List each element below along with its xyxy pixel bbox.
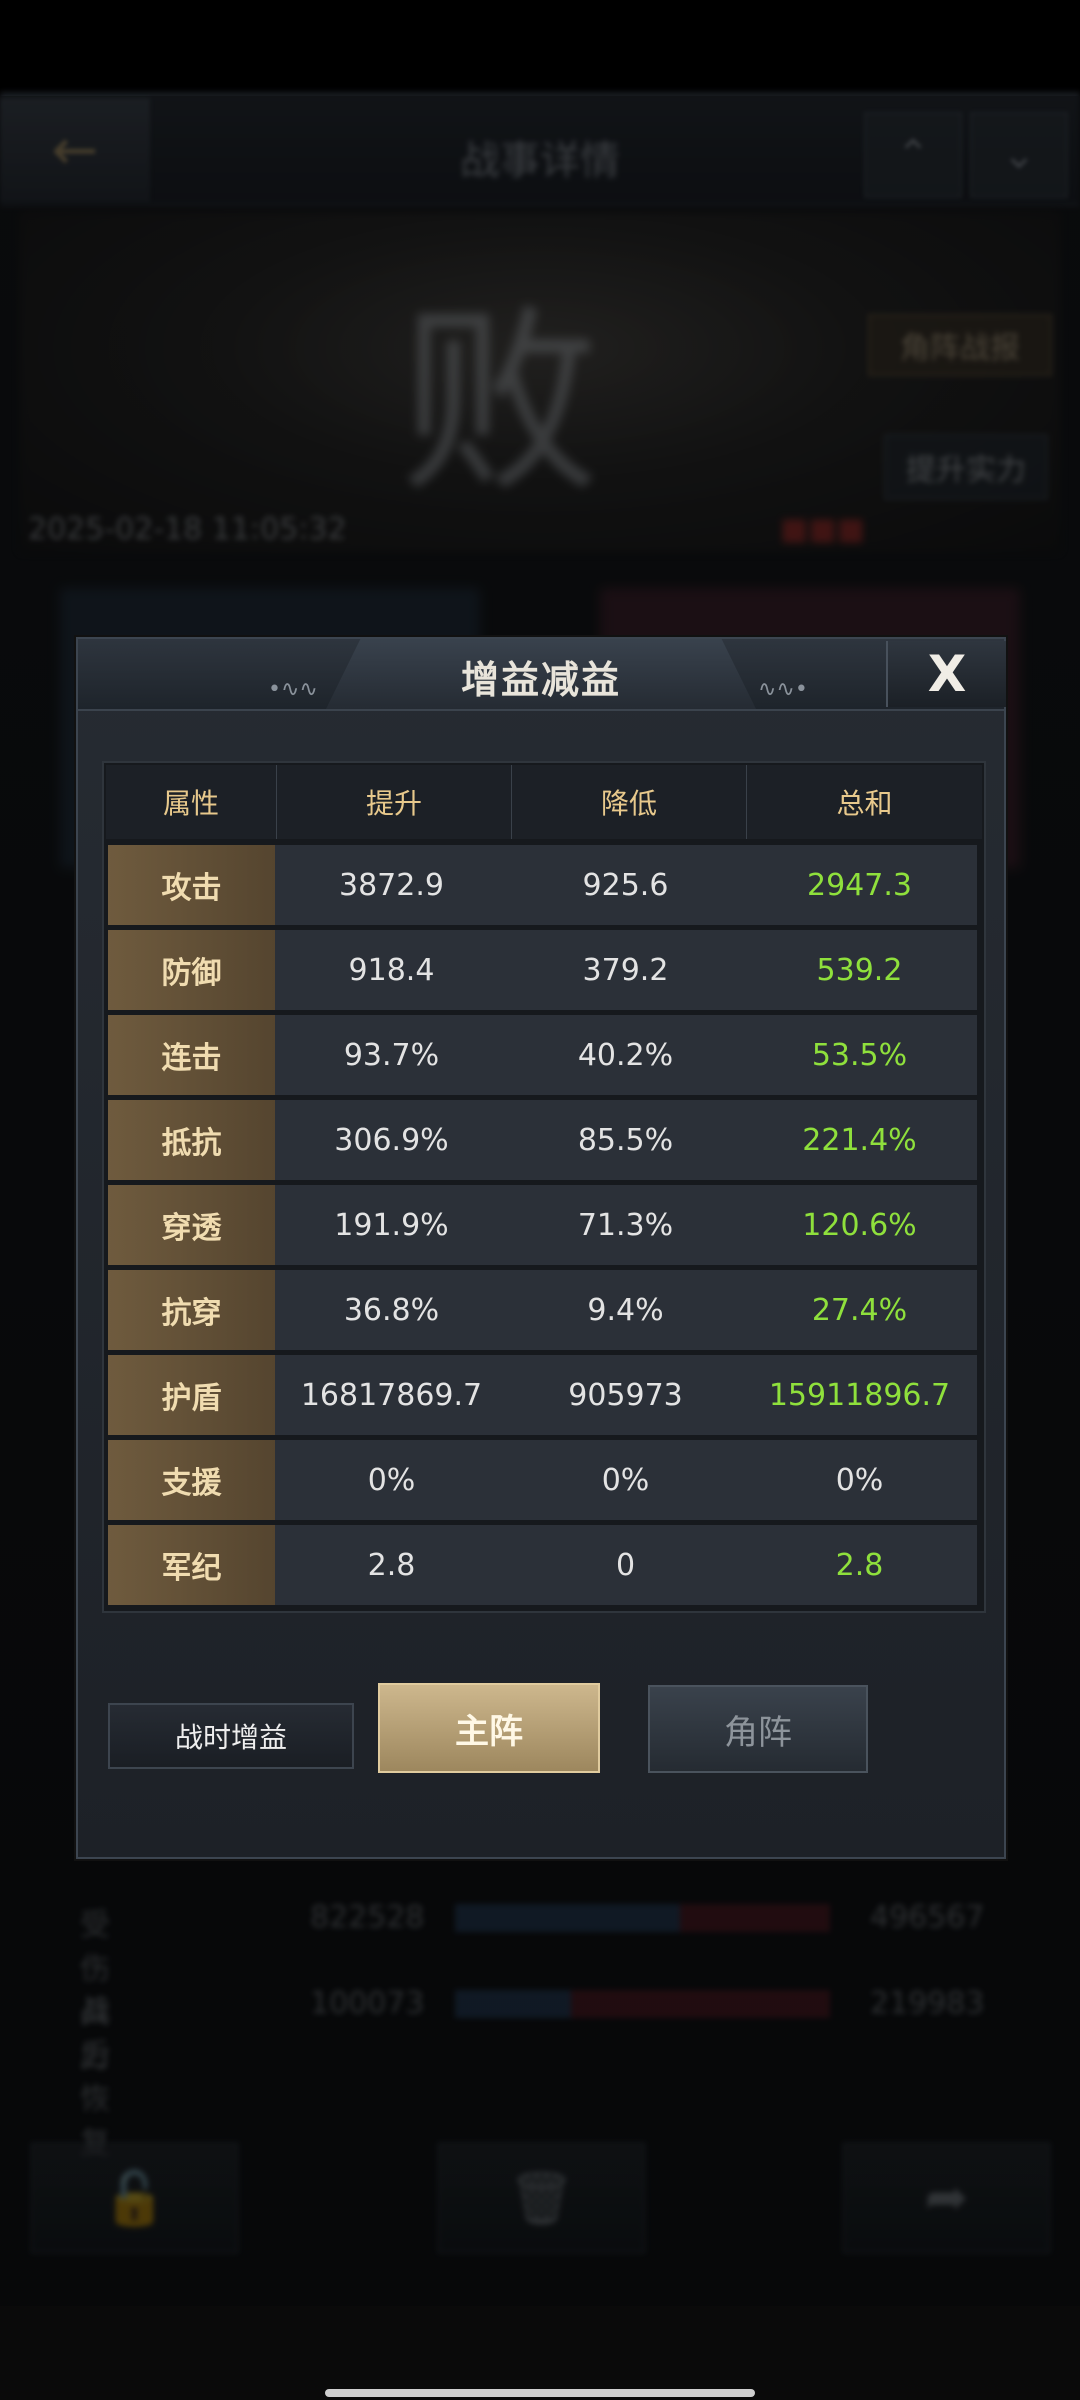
increase-value: 16817869.7	[300, 1377, 483, 1413]
increase-value: 918.4	[348, 952, 435, 988]
attribute-name: 抵抗	[108, 1100, 275, 1180]
wartime-buff-button[interactable]: 战时增益	[108, 1703, 354, 1769]
close-icon: X	[927, 645, 967, 703]
attribute-name: 支援	[108, 1440, 275, 1520]
attribute-name: 护盾	[108, 1355, 275, 1435]
dialog-header: •∿∿ ∿∿• 增益减益 X	[78, 639, 1006, 711]
navigation-bar-area	[0, 2306, 1080, 2400]
row-values: 93.7% 40.2% 53.5%	[275, 1015, 977, 1095]
increase-value: 306.9%	[334, 1122, 449, 1158]
buff-debuff-dialog: •∿∿ ∿∿• 增益减益 X 属性 提升 降低 总和 攻击 3872.9 925.6…	[76, 637, 1006, 1859]
status-bar	[0, 0, 1080, 96]
total-value: 221.4%	[802, 1122, 917, 1158]
table-row: 护盾 16817869.7 905973 15911896.7	[108, 1355, 977, 1435]
tab-side-formation[interactable]: 角阵	[648, 1685, 868, 1773]
increase-value: 93.7%	[343, 1037, 440, 1073]
column-header-decrease: 降低	[512, 765, 747, 839]
dialog-title: 增益减益	[460, 658, 621, 702]
attribute-name: 防御	[108, 930, 275, 1010]
increase-value: 3872.9	[339, 867, 444, 903]
decrease-value: 40.2%	[577, 1037, 674, 1073]
table-header: 属性 提升 降低 总和	[106, 765, 982, 839]
total-value: 539.2	[816, 952, 903, 988]
table-row: 穿透 191.9% 71.3% 120.6%	[108, 1185, 977, 1265]
total-value: 53.5%	[811, 1037, 908, 1073]
table-row: 连击 93.7% 40.2% 53.5%	[108, 1015, 977, 1095]
decrease-value: 85.5%	[577, 1122, 674, 1158]
row-values: 918.4 379.2 539.2	[275, 930, 977, 1010]
decrease-value: 9.4%	[587, 1292, 664, 1328]
row-values: 0% 0% 0%	[275, 1440, 977, 1520]
decrease-value: 379.2	[582, 952, 669, 988]
table-row: 攻击 3872.9 925.6 2947.3	[108, 845, 977, 925]
total-value: 0%	[835, 1462, 884, 1498]
close-button[interactable]: X	[886, 641, 1006, 707]
cloud-ornament-icon: ∿∿•	[758, 677, 808, 702]
attribute-name: 攻击	[108, 845, 275, 925]
tab-main-formation[interactable]: 主阵	[378, 1683, 600, 1773]
table-row: 防御 918.4 379.2 539.2	[108, 930, 977, 1010]
table-row: 抵抗 306.9% 85.5% 221.4%	[108, 1100, 977, 1180]
increase-value: 0%	[367, 1462, 416, 1498]
table-row: 抗穿 36.8% 9.4% 27.4%	[108, 1270, 977, 1350]
home-indicator[interactable]	[325, 2389, 755, 2397]
column-header-total: 总和	[836, 787, 893, 820]
column-header-increase: 提升	[277, 765, 512, 839]
total-value: 2.8	[835, 1547, 884, 1583]
row-values: 306.9% 85.5% 221.4%	[275, 1100, 977, 1180]
decrease-value: 0	[615, 1547, 636, 1583]
row-values: 2.8 0 2.8	[275, 1525, 977, 1605]
decrease-value: 925.6	[582, 867, 669, 903]
decrease-value: 905973	[568, 1377, 683, 1413]
total-value: 27.4%	[811, 1292, 908, 1328]
row-values: 3872.9 925.6 2947.3	[275, 845, 977, 925]
table-row: 支援 0% 0% 0%	[108, 1440, 977, 1520]
row-values: 36.8% 9.4% 27.4%	[275, 1270, 977, 1350]
increase-value: 191.9%	[334, 1207, 449, 1243]
decrease-value: 71.3%	[577, 1207, 674, 1243]
cloud-ornament-icon: •∿∿	[268, 677, 318, 702]
attribute-table: 属性 提升 降低 总和 攻击 3872.9 925.6 2947.3 防御 918.4 37…	[102, 761, 986, 1613]
total-value: 120.6%	[802, 1207, 917, 1243]
increase-value: 36.8%	[343, 1292, 440, 1328]
row-values: 191.9% 71.3% 120.6%	[275, 1185, 977, 1265]
decrease-value: 0%	[601, 1462, 650, 1498]
attribute-name: 军纪	[108, 1525, 275, 1605]
attribute-name: 抗穿	[108, 1270, 275, 1350]
total-value: 15911896.7	[768, 1377, 951, 1413]
row-values: 16817869.7 905973 15911896.7	[275, 1355, 977, 1435]
total-value: 2947.3	[807, 867, 912, 903]
attribute-name: 连击	[108, 1015, 275, 1095]
table-row: 军纪 2.8 0 2.8	[108, 1525, 977, 1605]
increase-value: 2.8	[367, 1547, 416, 1583]
attribute-name: 穿透	[108, 1185, 275, 1265]
column-header-attribute: 属性	[106, 765, 277, 839]
